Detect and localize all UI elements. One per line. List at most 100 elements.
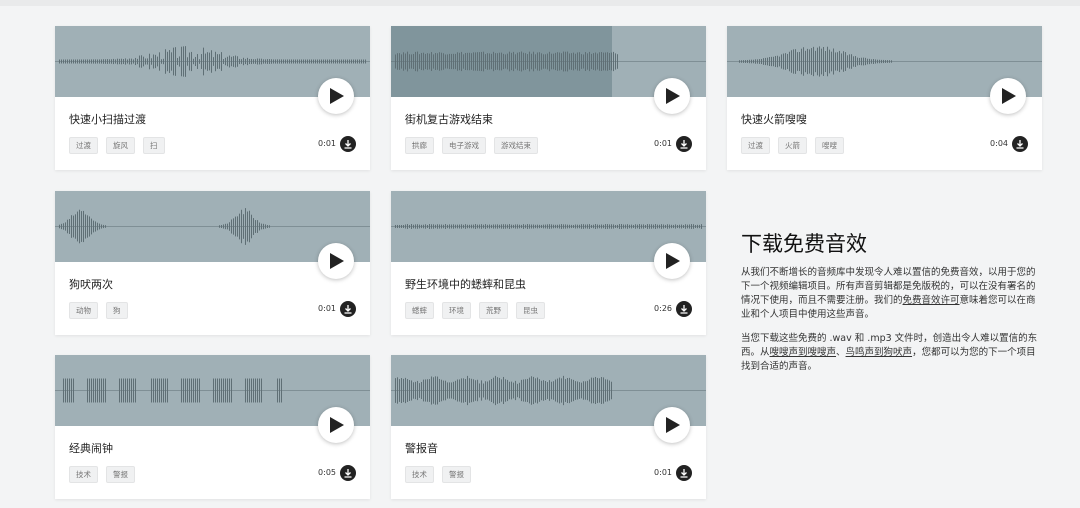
tag[interactable]: 拱廊 [405, 137, 434, 154]
waveform-bar [281, 59, 282, 64]
sound-title[interactable]: 快速火箭嗖嗖 [741, 111, 807, 127]
waveform-bar [497, 377, 498, 404]
waveform-bar [495, 53, 496, 70]
tag[interactable]: 狗 [106, 302, 128, 319]
waveform-bar [843, 51, 844, 72]
waveform-bar [281, 378, 282, 403]
waveform-bar [219, 225, 220, 228]
waveform-bar [221, 52, 222, 71]
waveform-bar [105, 59, 106, 64]
waveform-bar [467, 375, 468, 406]
waveform-bar [481, 380, 482, 401]
play-button[interactable] [654, 78, 690, 114]
waveform-bar [91, 378, 92, 403]
waveform-bar [831, 51, 832, 72]
waveform-bar [417, 51, 418, 72]
tag[interactable]: 过渡 [69, 137, 98, 154]
sound-title[interactable]: 经典闹钟 [69, 440, 113, 456]
sound-title[interactable]: 街机复古游戏结束 [405, 111, 493, 127]
waveform-bar [465, 52, 466, 71]
waveform-bar [527, 224, 528, 229]
tag[interactable]: 技术 [405, 466, 434, 483]
waveform-bar [75, 214, 76, 239]
play-button[interactable] [318, 243, 354, 279]
tag[interactable]: 荒野 [479, 302, 508, 319]
tag[interactable]: 旋风 [106, 137, 135, 154]
waveform-bar [417, 224, 418, 229]
waveform-bar [533, 51, 534, 72]
tag-list: 过渡 火箭 嗖嗖 [741, 137, 844, 154]
waveform-bar [129, 378, 130, 403]
tag[interactable]: 过渡 [741, 137, 770, 154]
tag[interactable]: 蟋蟀 [405, 302, 434, 319]
waveform-bar [125, 58, 126, 65]
play-button[interactable] [318, 78, 354, 114]
play-button[interactable] [990, 78, 1026, 114]
waveform-bar [277, 378, 278, 403]
tag[interactable]: 昆虫 [516, 302, 545, 319]
download-button[interactable] [676, 465, 692, 481]
waveform-bar [477, 379, 478, 402]
tag[interactable]: 警报 [106, 466, 135, 483]
waveform-bar [67, 59, 68, 64]
sound-title[interactable]: 警报音 [405, 440, 438, 456]
sound-title[interactable]: 快速小扫描过渡 [69, 111, 146, 127]
waveform-bar [405, 224, 406, 229]
sound-title[interactable]: 狗吠两次 [69, 276, 113, 292]
waveform-bar [185, 46, 186, 77]
waveform-bar [641, 224, 642, 229]
waveform-bar [73, 215, 74, 238]
waveform-bar [535, 378, 536, 403]
birdsong-link[interactable]: 鸟鸣声到狗吠声 [846, 347, 913, 358]
download-button[interactable] [1012, 136, 1028, 152]
waveform-bar [227, 378, 228, 403]
waveform-bar [511, 52, 512, 71]
waveform-bar [777, 55, 778, 68]
tag[interactable]: 火箭 [778, 137, 807, 154]
waveform-bar [157, 378, 158, 403]
waveform-bar [589, 51, 590, 72]
tag[interactable]: 动物 [69, 302, 98, 319]
waveform-bar [611, 52, 612, 71]
download-button[interactable] [340, 465, 356, 481]
waveform-bar [529, 224, 530, 229]
waveform-bar [363, 59, 364, 64]
waveform-bar [79, 209, 80, 244]
waveform-bar [555, 224, 556, 229]
waveform-bar [517, 224, 518, 229]
download-button[interactable] [340, 136, 356, 152]
download-button[interactable] [676, 136, 692, 152]
tag[interactable]: 游戏结束 [494, 137, 538, 154]
waveform-bar [229, 378, 230, 403]
waveform-bar [199, 59, 200, 64]
waveform-bar [411, 224, 412, 229]
waveform-bar [447, 382, 448, 399]
waveform-bar [409, 380, 410, 401]
play-button[interactable] [318, 407, 354, 443]
tag[interactable]: 电子游戏 [442, 137, 486, 154]
download-button[interactable] [676, 301, 692, 317]
waveform-bar [447, 224, 448, 229]
waveform-bar [785, 53, 786, 70]
tag[interactable]: 警报 [442, 466, 471, 483]
tag[interactable]: 扫 [143, 137, 165, 154]
play-button[interactable] [654, 243, 690, 279]
tag[interactable]: 环境 [442, 302, 471, 319]
license-link[interactable]: 免费音效许可 [903, 295, 960, 306]
whoosh-link[interactable]: 嗖嗖声到嗖嗖声 [770, 347, 837, 358]
waveform-bar [799, 51, 800, 72]
waveform-bar [253, 218, 254, 235]
waveform-bar [347, 59, 348, 64]
sound-title[interactable]: 野生环境中的蟋蟀和昆虫 [405, 276, 526, 292]
tag[interactable]: 技术 [69, 466, 98, 483]
waveform-bar [607, 52, 608, 71]
waveform-bar [191, 378, 192, 403]
waveform-bar [91, 218, 92, 235]
waveform-bar [401, 54, 402, 69]
download-button[interactable] [340, 301, 356, 317]
tag[interactable]: 嗖嗖 [815, 137, 844, 154]
waveform-bar [271, 59, 272, 64]
waveform-bar [493, 377, 494, 404]
play-button[interactable] [654, 407, 690, 443]
waveform-bar [205, 53, 206, 70]
